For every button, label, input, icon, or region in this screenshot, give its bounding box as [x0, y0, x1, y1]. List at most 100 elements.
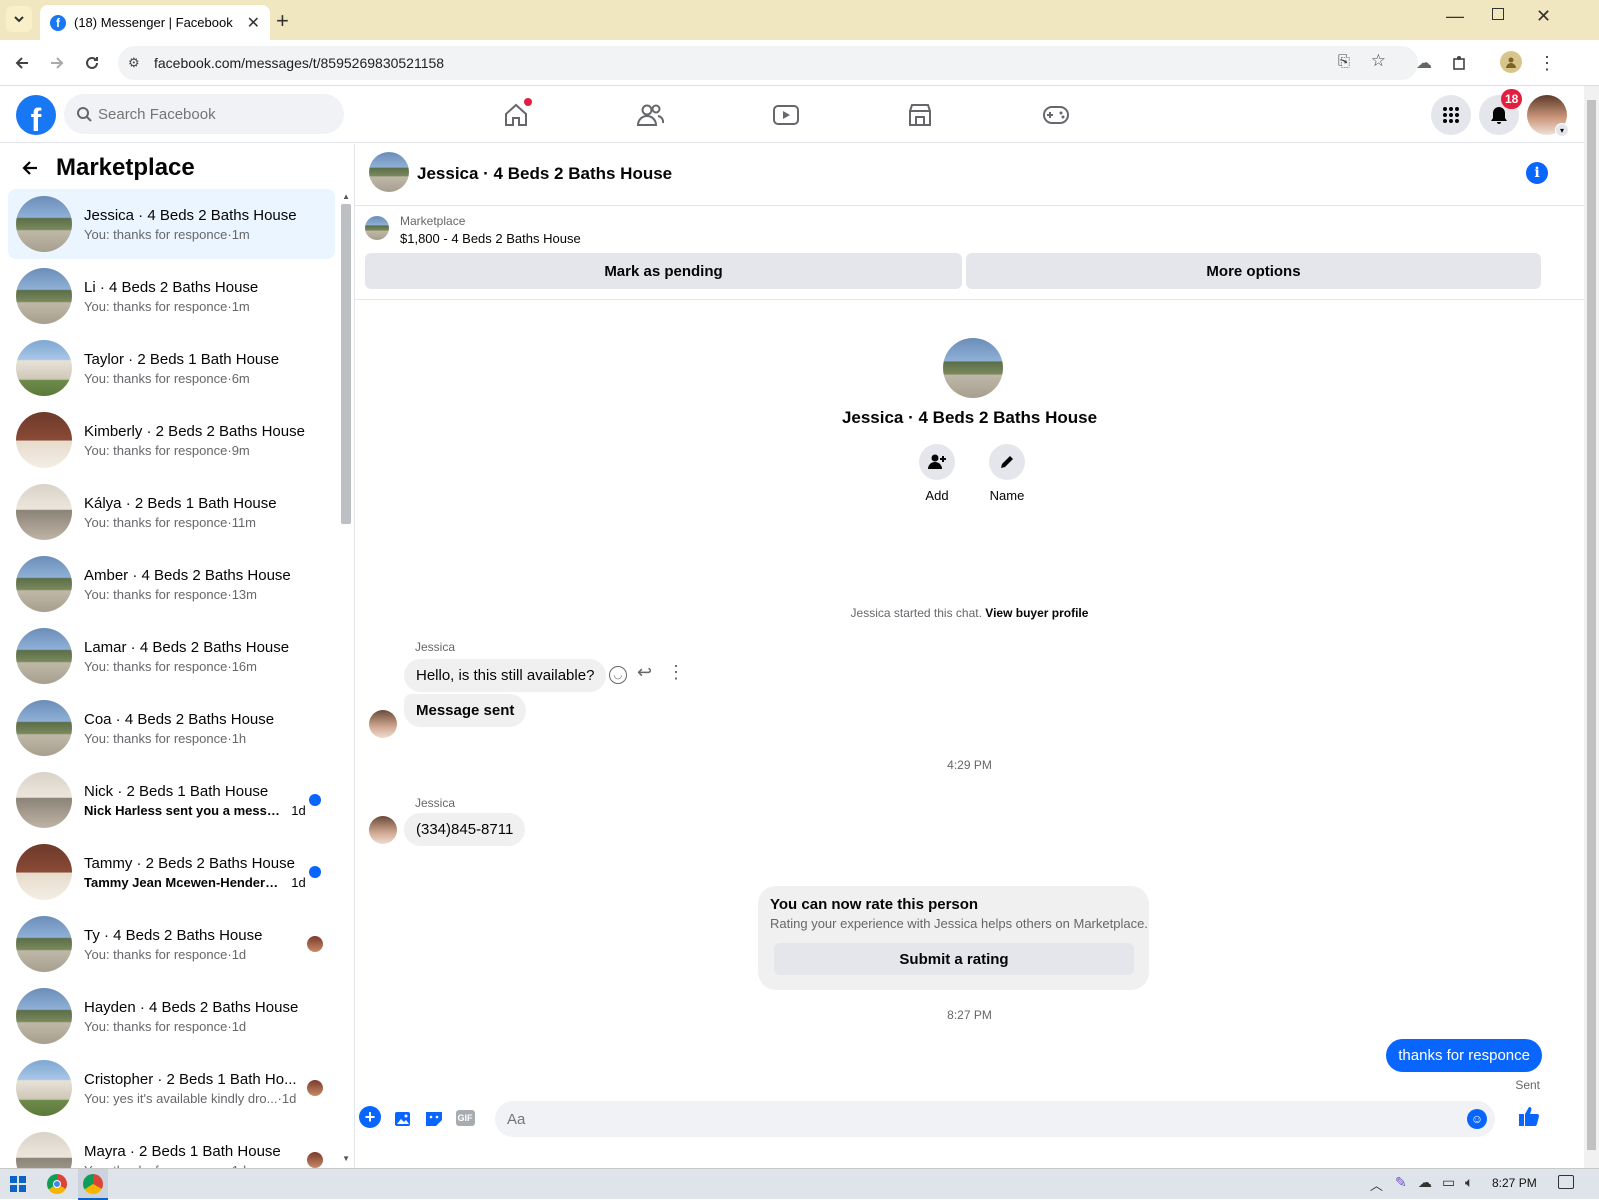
add-person-button[interactable] [919, 444, 955, 480]
conversation-item[interactable]: Jessica · 4 Beds 2 Baths House You: thank… [8, 189, 335, 259]
nav-gaming-icon[interactable] [1036, 98, 1076, 132]
chrome-active-taskbar-icon[interactable] [78, 1169, 108, 1200]
conversation-preview: You: thanks for responce · 1m [84, 299, 335, 314]
name-button[interactable] [989, 444, 1025, 480]
message-bubble[interactable]: Hello, is this still available? [404, 659, 607, 692]
conversation-name: Hayden · 4 Beds 2 Baths House [84, 998, 299, 1016]
message-bubble[interactable]: Message sent [404, 694, 527, 727]
conversation-item[interactable]: Ty · 4 Beds 2 Baths House You: thanks for… [8, 909, 335, 979]
new-tab-button[interactable]: + [276, 8, 289, 34]
site-info-icon[interactable]: ⚙ [128, 55, 140, 71]
nav-home-icon[interactable] [496, 98, 536, 132]
view-buyer-profile-link[interactable]: View buyer profile [985, 606, 1088, 620]
chat-title[interactable]: Jessica · 4 Beds 2 Baths House [417, 164, 672, 184]
mark-as-pending-button[interactable]: Mark as pending [365, 253, 962, 289]
my-message-bubble[interactable]: thanks for responce [1386, 1039, 1542, 1072]
forward-icon[interactable] [45, 51, 69, 75]
install-icon[interactable]: ⎘ [1338, 53, 1350, 70]
conversation-item[interactable]: Coa · 4 Beds 2 Baths House You: thanks fo… [8, 693, 335, 763]
conversation-item[interactable]: Kimberly · 2 Beds 2 Baths House You: than… [8, 405, 335, 475]
conversation-name: Kimberly · 2 Beds 2 Baths House [84, 422, 305, 440]
sender-avatar[interactable] [369, 710, 397, 738]
tray-chevron-icon[interactable]: ︿ [1370, 1175, 1383, 1194]
conversation-item[interactable]: Li · 4 Beds 2 Baths House You: thanks for… [8, 261, 335, 331]
react-emoji-icon[interactable]: ◡ [609, 666, 627, 684]
notification-badge: 18 [1501, 89, 1523, 109]
thumbs-up-icon[interactable] [1517, 1104, 1541, 1128]
conversation-item[interactable]: Cristopher · 2 Beds 1 Bath Ho... You: yes… [8, 1053, 335, 1123]
sent-status: Sent [1515, 1078, 1540, 1092]
message-input-field[interactable]: ☺ [495, 1101, 1495, 1137]
sender-avatar[interactable] [369, 816, 397, 844]
tray-pen-icon[interactable]: ✎ [1395, 1174, 1407, 1191]
conversation-time: 1d [291, 802, 306, 818]
reload-icon[interactable] [80, 51, 104, 75]
address-bar[interactable]: ⚙ facebook.com/messages/t/85952698305211… [118, 46, 1418, 80]
attach-media-icon[interactable] [391, 1106, 415, 1130]
nav-friends-icon[interactable] [630, 98, 670, 132]
gif-icon[interactable]: GIF [453, 1106, 477, 1130]
chat-avatar[interactable] [369, 152, 409, 192]
extensions-puzzle-icon[interactable] [1448, 51, 1472, 75]
conversation-item[interactable]: Lamar · 4 Beds 2 Baths House You: thanks … [8, 621, 335, 691]
profile-avatar[interactable] [943, 338, 1003, 398]
conversation-time: 1m [231, 226, 250, 242]
page-scrollbar[interactable] [1584, 86, 1599, 1168]
menu-grid-button[interactable] [1431, 95, 1471, 135]
message-input[interactable] [507, 1110, 1407, 1128]
tab-close-icon[interactable]: ✕ [247, 13, 260, 33]
tab-search-button[interactable] [6, 6, 32, 32]
listing-label: Marketplace [400, 214, 466, 228]
conversation-item[interactable]: Taylor · 2 Beds 1 Bath House You: thanks … [8, 333, 335, 403]
listing-thumbnail[interactable] [365, 216, 389, 240]
facebook-logo-icon[interactable]: f [16, 95, 56, 135]
conversation-item[interactable]: Tammy · 2 Beds 2 Baths House Tammy Jean M… [8, 837, 335, 907]
tray-network-icon[interactable]: ▭ [1442, 1174, 1455, 1191]
minimize-button[interactable]: — [1446, 6, 1464, 27]
clock[interactable]: 8:27 PM [1492, 1176, 1537, 1190]
sticker-icon[interactable] [422, 1106, 446, 1130]
unread-dot [309, 794, 321, 806]
emoji-icon[interactable]: ☺ [1467, 1109, 1487, 1129]
extension-cloud-icon[interactable]: ☁ [1412, 51, 1436, 75]
start-windows-icon[interactable] [10, 1176, 26, 1192]
conversation-item[interactable]: Kálya · 2 Beds 1 Bath House You: thanks f… [8, 477, 335, 547]
account-avatar[interactable]: ▾ [1527, 95, 1569, 137]
back-arrow-icon[interactable] [20, 158, 40, 178]
reply-icon[interactable]: ↩ [637, 662, 652, 683]
tray-volume-icon[interactable]: 🔈︎ [1465, 1174, 1473, 1191]
tray-cloud-icon[interactable]: ☁ [1418, 1174, 1432, 1191]
chevron-down-icon: ▾ [1555, 123, 1569, 137]
profile-icon[interactable] [1500, 51, 1522, 73]
message-bubble[interactable]: (334)845-8711 [404, 813, 526, 846]
nav-marketplace-icon[interactable] [900, 98, 940, 132]
bookmark-star-icon[interactable]: ☆ [1371, 51, 1386, 71]
conversation-item[interactable]: Mayra · 2 Beds 1 Bath HouseYou: thanks f… [8, 1125, 335, 1168]
browser-tab[interactable]: f (18) Messenger | Facebook ✕ [40, 5, 270, 40]
more-options-button[interactable]: More options [966, 253, 1541, 289]
listing-avatar [16, 700, 72, 756]
back-icon[interactable] [10, 51, 34, 75]
browser-menu-icon[interactable]: ⋮ [1535, 51, 1559, 75]
listing-price[interactable]: $1,800 - 4 Beds 2 Baths House [400, 231, 581, 246]
conversation-item[interactable]: Nick · 2 Beds 1 Bath House Nick Harless s… [8, 765, 335, 835]
search-input[interactable] [98, 105, 318, 123]
maximize-button[interactable] [1492, 8, 1504, 20]
notifications-center-icon[interactable] [1558, 1175, 1574, 1189]
more-actions-plus-icon[interactable]: + [359, 1106, 381, 1128]
nav-video-icon[interactable] [766, 98, 806, 132]
scroll-up-icon[interactable]: ▲ [342, 192, 350, 201]
info-icon[interactable]: i [1526, 162, 1548, 184]
listing-avatar [16, 556, 72, 612]
conversation-item[interactable]: Amber · 4 Beds 2 Baths House You: thanks … [8, 549, 335, 619]
conversation-time: 11m [231, 514, 257, 530]
chrome-taskbar-icon[interactable] [47, 1174, 67, 1194]
close-window-button[interactable]: ✕ [1536, 6, 1551, 27]
more-actions-icon[interactable]: ⋮ [667, 662, 685, 683]
notifications-button[interactable]: 18 [1479, 89, 1523, 135]
scroll-down-icon[interactable]: ▼ [342, 1154, 350, 1163]
sidebar-scrollbar[interactable] [341, 204, 351, 524]
conversation-item[interactable]: Hayden · 4 Beds 2 Baths House You: thanks… [8, 981, 335, 1051]
submit-rating-button[interactable]: Submit a rating [774, 943, 1134, 975]
search-box[interactable] [64, 94, 344, 134]
